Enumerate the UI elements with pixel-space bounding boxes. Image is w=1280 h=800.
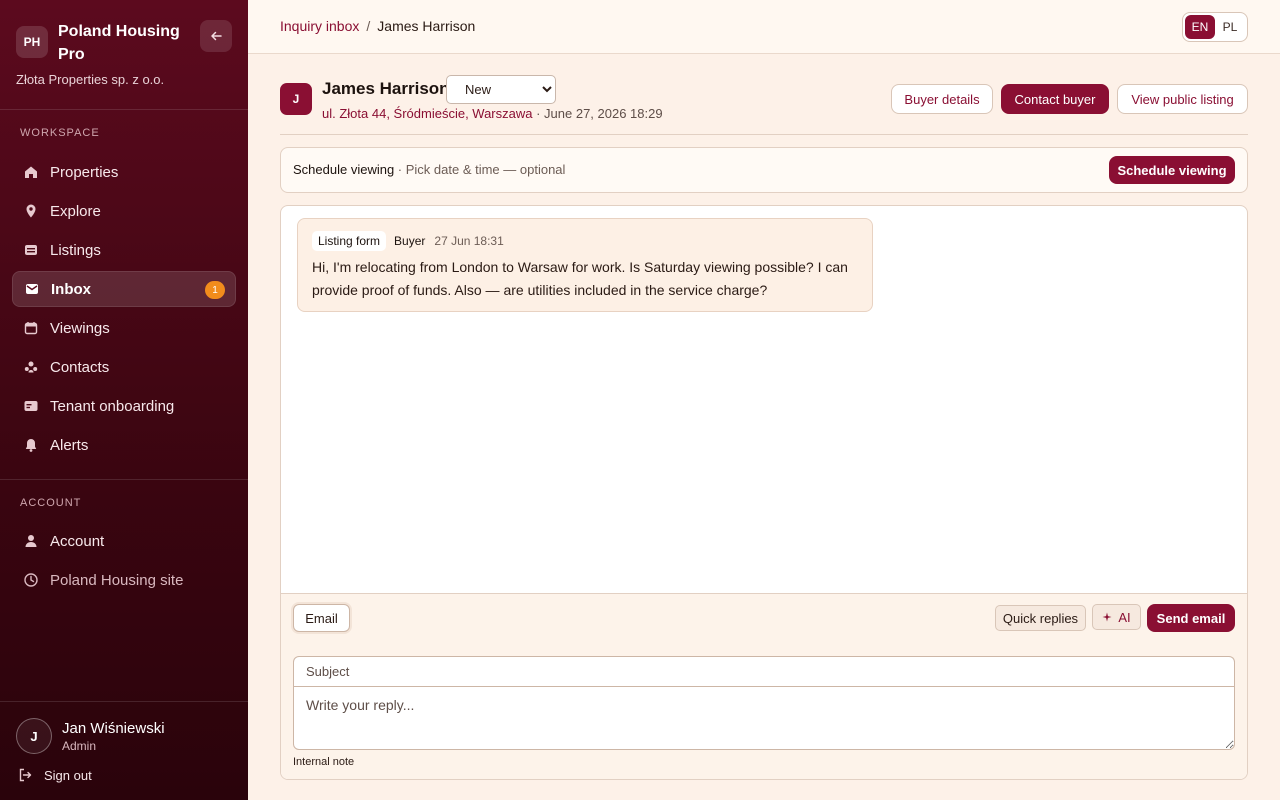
message-header: Listing form Buyer 27 Jun 18:31 — [312, 231, 504, 251]
user-name: Jan Wiśniewski — [62, 719, 165, 737]
clock-icon — [22, 571, 40, 589]
brand: PH Poland Housing Pro — [16, 20, 188, 66]
conversation-thread: Listing form Buyer 27 Jun 18:31 Hi, I'm … — [280, 205, 1248, 780]
id-card-icon — [22, 397, 40, 415]
sidebar-item-label: Alerts — [50, 436, 89, 454]
message-sender-role: Buyer — [394, 234, 426, 248]
brand-logo: PH — [16, 26, 48, 58]
inquiry-date: · June 27, 2026 18:29 — [532, 106, 663, 121]
sidebar-item-label: Viewings — [50, 319, 110, 337]
user-icon — [22, 532, 40, 550]
map-pin-icon — [22, 202, 40, 220]
sidebar-divider — [0, 109, 248, 110]
workspace-section-label: WORKSPACE — [20, 127, 100, 139]
schedule-viewing-text: Schedule viewing · Pick date & time — op… — [293, 162, 565, 177]
sidebar-divider — [0, 701, 248, 702]
sidebar-item-viewings[interactable]: Viewings — [12, 310, 236, 346]
breadcrumb: Inquiry inbox / James Harrison — [280, 18, 475, 34]
language-en-button[interactable]: EN — [1185, 15, 1215, 39]
mail-icon — [23, 280, 41, 298]
contact-buyer-button[interactable]: Contact buyer — [1001, 84, 1109, 114]
message-body: Hi, I'm relocating from London to Warsaw… — [312, 259, 848, 298]
sign-out-button[interactable]: Sign out — [16, 766, 92, 784]
calendar-icon — [22, 319, 40, 337]
schedule-viewing-bar: Schedule viewing · Pick date & time — op… — [280, 147, 1248, 193]
collapse-sidebar-button[interactable] — [200, 20, 232, 52]
sparkle-icon — [1102, 612, 1112, 622]
quick-replies-button[interactable]: Quick replies — [995, 605, 1086, 631]
schedule-viewing-title: Schedule viewing — [293, 162, 395, 177]
reply-composer: Email Quick replies AI Send email Intern… — [281, 593, 1247, 779]
sidebar-item-label: Listings — [50, 241, 101, 259]
sidebar-item-inbox[interactable]: Inbox 1 — [12, 271, 236, 307]
sidebar-item-poland-housing-site[interactable]: Poland Housing site — [12, 562, 236, 598]
send-email-button[interactable]: Send email — [1147, 604, 1235, 632]
breadcrumb-inquiry-inbox-link[interactable]: Inquiry inbox — [280, 18, 359, 34]
sidebar-item-label: Account — [50, 532, 105, 550]
language-pl-button[interactable]: PL — [1215, 15, 1245, 39]
avatar: J — [16, 718, 52, 754]
sign-out-icon — [16, 766, 34, 784]
view-public-listing-button[interactable]: View public listing — [1117, 84, 1248, 114]
message-timestamp: 27 Jun 18:31 — [434, 234, 504, 248]
sidebar-item-tenant-onboarding[interactable]: Tenant onboarding — [12, 388, 236, 424]
sidebar-item-properties[interactable]: Properties — [12, 154, 236, 190]
language-switcher: EN PL — [1182, 12, 1248, 42]
ai-assist-button[interactable]: AI — [1092, 604, 1141, 630]
company-name: Złota Properties sp. z o.o. — [16, 72, 165, 87]
sidebar-item-alerts[interactable]: Alerts — [12, 427, 236, 463]
reply-textarea[interactable] — [293, 686, 1235, 750]
schedule-viewing-button[interactable]: Schedule viewing — [1109, 156, 1235, 184]
sidebar-item-label: Contacts — [50, 358, 110, 376]
sidebar-item-listings[interactable]: Listings — [12, 232, 236, 268]
message-source-tag: Listing form — [312, 231, 387, 251]
listings-icon — [22, 241, 40, 259]
internal-note-toggle[interactable]: Internal note — [293, 756, 354, 768]
breadcrumb-current: James Harrison — [377, 18, 476, 34]
buyer-details-button[interactable]: Buyer details — [891, 84, 993, 114]
user-profile[interactable]: J Jan Wiśniewski Admin — [16, 718, 165, 754]
inbox-count-badge: 1 — [205, 281, 225, 299]
sidebar-item-label: Tenant onboarding — [50, 397, 175, 415]
sidebar-item-label: Properties — [50, 163, 119, 181]
sidebar-divider — [0, 479, 248, 480]
schedule-viewing-hint: · Pick date & time — optional — [394, 162, 566, 177]
contact-name: James Harrison — [322, 79, 450, 98]
header-divider — [280, 134, 1248, 135]
sidebar-item-explore[interactable]: Explore — [12, 193, 236, 229]
ai-label: AI — [1118, 609, 1131, 625]
status-select[interactable]: New — [446, 75, 556, 104]
contact-avatar: J — [280, 83, 312, 115]
sidebar: PH Poland Housing Pro Złota Properties s… — [0, 0, 248, 800]
sidebar-item-label: Explore — [50, 202, 101, 220]
user-role: Admin — [62, 738, 97, 753]
message-bubble: Listing form Buyer 27 Jun 18:31 Hi, I'm … — [297, 218, 873, 312]
sidebar-item-contacts[interactable]: Contacts — [12, 349, 236, 385]
users-icon — [22, 358, 40, 376]
brand-name: Poland Housing Pro — [58, 23, 180, 63]
home-icon — [22, 163, 40, 181]
sign-out-label: Sign out — [44, 767, 92, 783]
breadcrumb-separator: / — [366, 18, 371, 34]
tab-email[interactable]: Email — [293, 604, 350, 632]
top-bar: Inquiry inbox / James Harrison EN PL — [248, 0, 1280, 54]
sidebar-item-label: Inbox — [51, 280, 91, 298]
account-section-label: ACCOUNT — [20, 497, 82, 509]
property-address-link[interactable]: ul. Złota 44, Śródmieście, Warszawa — [322, 106, 532, 121]
arrow-left-icon — [211, 31, 222, 41]
bell-icon — [22, 436, 40, 454]
inquiry-meta: ul. Złota 44, Śródmieście, Warszawa · Ju… — [322, 106, 663, 121]
sidebar-item-label: Poland Housing site — [50, 571, 184, 589]
subject-input[interactable] — [293, 656, 1235, 686]
sidebar-item-account[interactable]: Account — [12, 523, 236, 559]
